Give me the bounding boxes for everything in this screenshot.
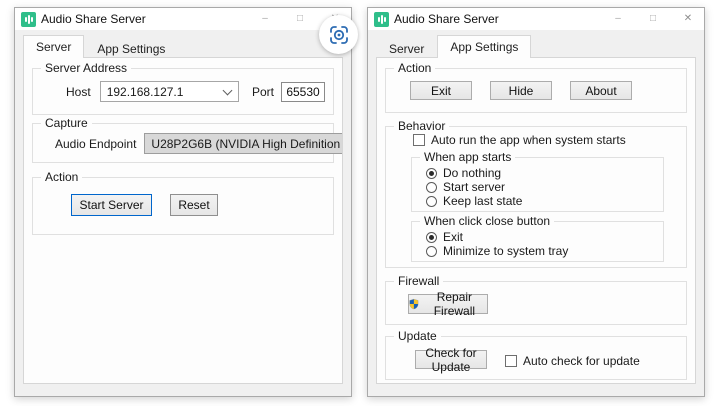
- radio-keep-last-state[interactable]: Keep last state: [426, 194, 655, 208]
- tab-server[interactable]: Server: [23, 35, 84, 58]
- action-group: Action Exit Hide About: [385, 68, 687, 113]
- firewall-group-label: Firewall: [394, 274, 443, 289]
- radio-label: Minimize to system tray: [443, 244, 568, 258]
- reset-button[interactable]: Reset: [170, 194, 218, 216]
- radio-minimize-to-tray[interactable]: Minimize to system tray: [426, 244, 655, 258]
- uac-shield-icon: [409, 297, 419, 311]
- audio-share-server-window-app-settings-tab: Audio Share Server – □ ✕ Server App Sett…: [367, 7, 705, 397]
- server-address-group: Server Address Host 192.168.127.1 Port: [32, 68, 334, 115]
- auto-run-checkbox-row[interactable]: Auto run the app when system starts: [413, 133, 676, 147]
- close-button[interactable]: ✕: [682, 14, 694, 24]
- about-button[interactable]: About: [570, 81, 632, 100]
- capture-group-label: Capture: [41, 116, 92, 131]
- start-server-button[interactable]: Start Server: [71, 194, 152, 216]
- audio-share-server-window-server-tab: Audio Share Server – □ ✕ Server App Sett…: [14, 7, 352, 397]
- radio-selected-icon[interactable]: [426, 232, 437, 243]
- app-logo-icon: [374, 12, 389, 27]
- repair-firewall-button[interactable]: Repair Firewall: [408, 294, 488, 314]
- tab-bar: Server App Settings: [23, 35, 351, 58]
- capture-crosshair-icon: [328, 24, 350, 46]
- host-value: 192.168.127.1: [107, 85, 218, 99]
- radio-start-server[interactable]: Start server: [426, 180, 655, 194]
- capture-group: Capture Audio Endpoint U28P2G6B (NVIDIA …: [32, 123, 334, 163]
- window-controls: – □ ✕: [612, 14, 694, 24]
- maximize-button[interactable]: □: [647, 14, 659, 24]
- auto-check-label: Auto check for update: [523, 354, 640, 368]
- checkbox-unchecked-icon[interactable]: [505, 355, 517, 367]
- radio-icon[interactable]: [426, 182, 437, 193]
- checkbox-unchecked-icon[interactable]: [413, 134, 425, 146]
- action-group-label: Action: [394, 61, 435, 76]
- when-app-starts-group: When app starts Do nothing Start server …: [411, 157, 664, 212]
- update-group-label: Update: [394, 329, 441, 344]
- behavior-group: Behavior Auto run the app when system st…: [385, 126, 687, 268]
- app-logo-icon: [21, 12, 36, 27]
- radio-label: Do nothing: [443, 166, 501, 180]
- tab-app-settings[interactable]: App Settings: [84, 38, 178, 58]
- radio-label: Start server: [443, 180, 505, 194]
- server-address-group-label: Server Address: [41, 61, 131, 76]
- radio-do-nothing[interactable]: Do nothing: [426, 166, 655, 180]
- screen-capture-button[interactable]: [319, 15, 358, 54]
- action-group-label: Action: [41, 170, 82, 185]
- radio-icon[interactable]: [426, 196, 437, 207]
- chevron-down-icon: [223, 85, 233, 95]
- check-for-update-button[interactable]: Check for Update: [415, 350, 487, 369]
- audio-endpoint-value: U28P2G6B (NVIDIA High Definition Audio): [151, 137, 343, 151]
- tab-server[interactable]: Server: [376, 38, 437, 58]
- app-settings-tab-panel: Action Exit Hide About Behavior Auto run…: [376, 57, 696, 384]
- server-tab-panel: Server Address Host 192.168.127.1 Port C…: [23, 57, 343, 384]
- auto-run-label: Auto run the app when system starts: [431, 133, 626, 147]
- audio-endpoint-label: Audio Endpoint: [55, 137, 136, 151]
- window-title: Audio Share Server: [41, 12, 146, 26]
- window-title: Audio Share Server: [394, 12, 499, 26]
- auto-check-checkbox-row[interactable]: Auto check for update: [505, 351, 640, 370]
- when-app-starts-label: When app starts: [420, 150, 515, 165]
- host-combobox[interactable]: 192.168.127.1: [100, 81, 239, 102]
- radio-label: Keep last state: [443, 194, 522, 208]
- port-label: Port: [252, 85, 274, 99]
- repair-firewall-label: Repair Firewall: [422, 290, 487, 318]
- tab-bar: Server App Settings: [376, 35, 704, 58]
- behavior-group-label: Behavior: [394, 119, 449, 134]
- audio-endpoint-combobox[interactable]: U28P2G6B (NVIDIA High Definition Audio): [144, 133, 343, 154]
- host-label: Host: [66, 85, 91, 99]
- tab-app-settings[interactable]: App Settings: [437, 35, 531, 58]
- action-group: Action Start Server Reset: [32, 177, 334, 235]
- radio-selected-icon[interactable]: [426, 168, 437, 179]
- minimize-button[interactable]: –: [259, 14, 271, 24]
- titlebar[interactable]: Audio Share Server – □ ✕: [368, 8, 704, 30]
- when-click-close-label: When click close button: [420, 214, 554, 229]
- minimize-button[interactable]: –: [612, 14, 624, 24]
- titlebar[interactable]: Audio Share Server – □ ✕: [15, 8, 351, 30]
- radio-icon[interactable]: [426, 246, 437, 257]
- firewall-group: Firewall: [385, 281, 687, 325]
- maximize-button[interactable]: □: [294, 14, 306, 24]
- port-input[interactable]: [281, 82, 325, 102]
- radio-exit[interactable]: Exit: [426, 230, 655, 244]
- radio-label: Exit: [443, 230, 463, 244]
- update-group: Update Check for Update Auto check for u…: [385, 336, 687, 380]
- exit-button[interactable]: Exit: [410, 81, 472, 100]
- when-click-close-group: When click close button Exit Minimize to…: [411, 221, 664, 262]
- hide-button[interactable]: Hide: [490, 81, 552, 100]
